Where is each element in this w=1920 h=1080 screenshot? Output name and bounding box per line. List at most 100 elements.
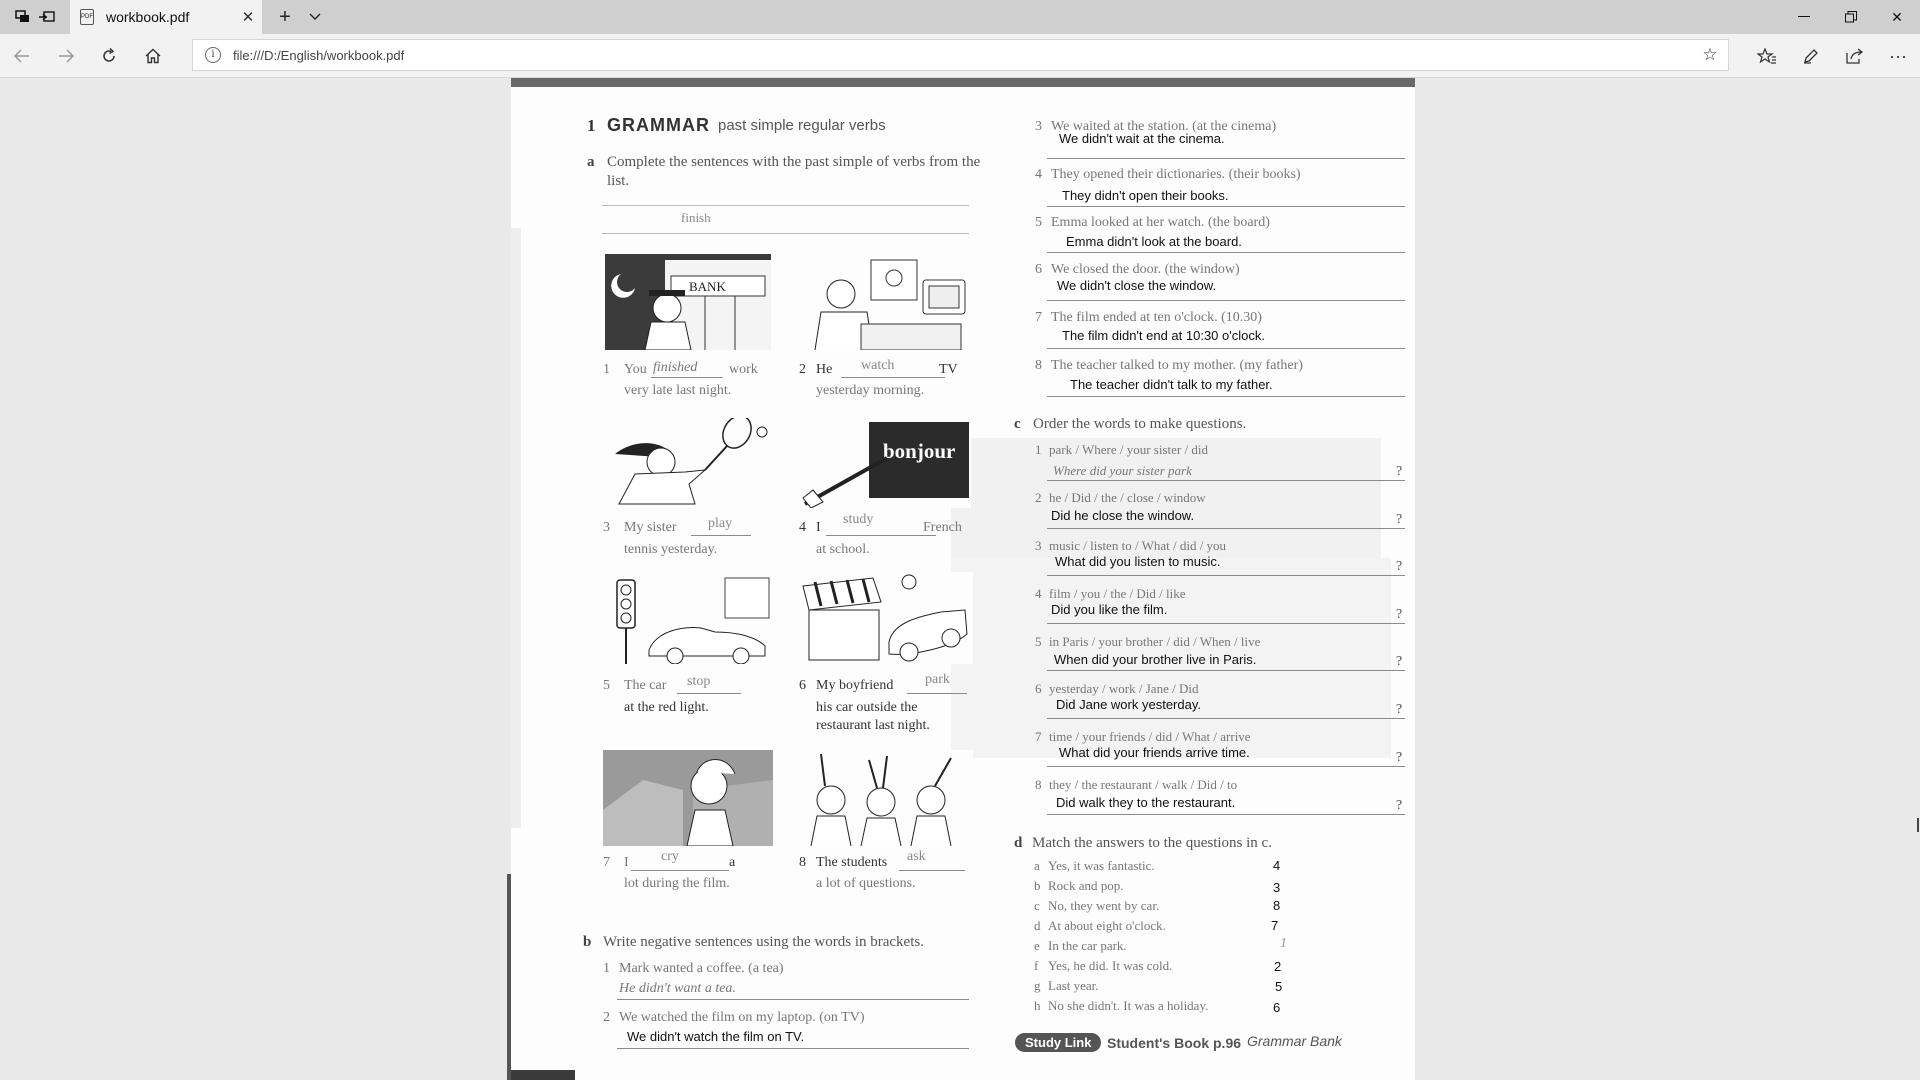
item-d-c-letter: c [1034,898,1040,913]
item-a1-number: 1 [603,362,610,377]
item-a3-line2: tennis yesterday. [624,542,718,557]
item-b1-answer: He didn't want a tea. [619,981,736,996]
item-b4-number: 4 [1035,167,1042,182]
item-d-h-text: No she didn't. It was a holiday. [1048,998,1209,1013]
study-link-italic: Grammar Bank [1247,1033,1342,1049]
item-a6-line [907,693,967,694]
item-d-b-answer[interactable]: 3 [1273,880,1280,895]
item-a1-line2: very late last night. [624,383,732,398]
item-a3-line [691,535,751,536]
item-c5-answer[interactable]: When did your brother live in Paris. [1054,652,1256,667]
item-d-h-answer[interactable]: 6 [1273,1000,1280,1015]
item-c8-number: 8 [1035,777,1042,792]
more-menu-icon[interactable]: ··· [1878,39,1918,73]
item-b4-line [1047,206,1405,207]
item-a8-number: 8 [799,855,806,870]
item-d-a-answer[interactable]: 4 [1273,858,1280,873]
item-c6-prompt: yesterday / work / Jane / Did [1049,681,1199,696]
item-d-d-answer[interactable]: 7 [1271,918,1278,933]
close-window-icon[interactable]: ✕ [1874,0,1920,34]
pdf-page: 1 GRAMMAR past simple regular verbs a Co… [511,78,1415,1080]
word-box-bottom [602,233,969,234]
item-c4-number: 4 [1035,586,1042,601]
section-number: 1 [587,116,596,135]
new-tab-icon[interactable]: + [270,0,300,34]
part-b-letter: b [583,934,592,950]
item-d-a-text: Yes, it was fantastic. [1048,858,1155,873]
item-b4-prompt: They opened their dictionaries. (their b… [1051,167,1301,182]
item-b7-line [1047,348,1405,349]
show-through [511,228,521,828]
picture-watching-tv [801,254,971,350]
item-b4-answer[interactable]: They didn't open their books. [1062,188,1229,203]
share-icon[interactable] [1835,39,1875,73]
set-tabs-aside-icon[interactable] [24,0,70,34]
item-d-g-letter: g [1034,978,1041,993]
item-d-g-answer[interactable]: 5 [1275,979,1282,994]
item-b5-answer[interactable]: Emma didn't look at the board. [1066,234,1242,249]
item-b5-prompt: Emma looked at her watch. (the board) [1051,215,1270,230]
home-icon[interactable] [133,39,173,73]
minimize-icon[interactable] [1781,0,1827,34]
item-b8-answer[interactable]: The teacher didn't talk to my father. [1070,377,1273,392]
restore-icon[interactable] [1828,0,1874,34]
item-c5-prompt: in Paris / your brother / did / When / l… [1049,634,1261,649]
item-a2-line [841,377,945,378]
item-c3-number: 3 [1035,538,1042,553]
item-d-g-text: Last year. [1048,978,1099,993]
item-c3-qmark: ? [1396,559,1403,574]
item-c2-answer[interactable]: Did he close the window. [1051,508,1194,523]
item-b6-answer[interactable]: We didn't close the window. [1057,278,1216,293]
web-note-pen-icon[interactable] [1791,39,1831,73]
item-c3-answer[interactable]: What did you listen to music. [1055,554,1220,569]
site-info-icon[interactable]: i [205,47,221,63]
item-d-f-text: Yes, he did. It was cold. [1048,958,1173,973]
item-a4-line [826,535,936,536]
chevron-down-icon[interactable] [302,0,328,34]
item-b3-answer[interactable]: We didn't wait at the cinema. [1059,131,1225,146]
item-c4-line [1047,623,1405,624]
item-c8-prompt: they / the restaurant / walk / Did / to [1049,777,1238,792]
item-c4-answer[interactable]: Did you like the film. [1051,602,1167,617]
tab-workbook[interactable]: PDF workbook.pdf ✕ [70,0,262,34]
item-a4-line2: at school. [816,542,870,557]
tab-title: workbook.pdf [106,9,190,25]
favorites-hub-icon[interactable] [1747,39,1787,73]
item-a6-line3: restaurant last night. [816,718,930,733]
item-a3-pre: My sister [624,520,677,535]
close-tab-icon[interactable]: ✕ [234,8,262,26]
item-c7-answer[interactable]: What did your friends arrive time. [1059,745,1250,760]
navigation-bar: i file:///D:/English/workbook.pdf ☆ ··· [0,34,1920,78]
forward-icon[interactable] [46,39,86,73]
item-a7-line2: lot during the film. [624,876,730,891]
item-a4-number: 4 [799,520,806,535]
tab-strip: PDF workbook.pdf ✕ + ✕ [0,0,1920,34]
back-icon[interactable] [2,39,42,73]
item-d-h-letter: h [1034,998,1041,1013]
scrollbar-indicator[interactable] [1917,818,1919,832]
item-d-f-answer[interactable]: 2 [1274,959,1281,974]
picture-bonjour: bonjour [801,418,971,508]
item-b6-line [1047,300,1405,301]
item-c4-qmark: ? [1396,607,1403,622]
item-b7-number: 7 [1035,310,1042,325]
item-a8-pre: The students [816,855,888,870]
item-c6-number: 6 [1035,681,1042,696]
item-b2-answer[interactable]: We didn't watch the film on TV. [627,1029,804,1044]
item-d-c-answer[interactable]: 8 [1273,898,1280,913]
refresh-icon[interactable] [89,39,129,73]
item-a1-line [651,377,723,378]
item-c8-answer[interactable]: Did walk they to the restaurant. [1056,795,1235,810]
item-a1-pre: You [624,362,647,377]
item-c2-number: 2 [1035,490,1042,505]
item-a8-line2: a lot of questions. [816,876,916,891]
study-link-badge: Study Link [1015,1033,1102,1052]
address-bar[interactable]: i file:///D:/English/workbook.pdf ☆ [192,39,1729,71]
item-d-d-letter: d [1034,918,1041,933]
favorite-star-icon[interactable]: ☆ [1692,45,1728,65]
item-b7-answer[interactable]: The film didn't end at 10:30 o'clock. [1062,328,1265,343]
url-text[interactable]: file:///D:/English/workbook.pdf [233,48,1692,63]
item-c6-answer[interactable]: Did Jane work yesterday. [1056,697,1201,712]
item-b3-line [1047,158,1405,159]
item-b2-prompt: We watched the film on my laptop. (on TV… [619,1010,865,1025]
